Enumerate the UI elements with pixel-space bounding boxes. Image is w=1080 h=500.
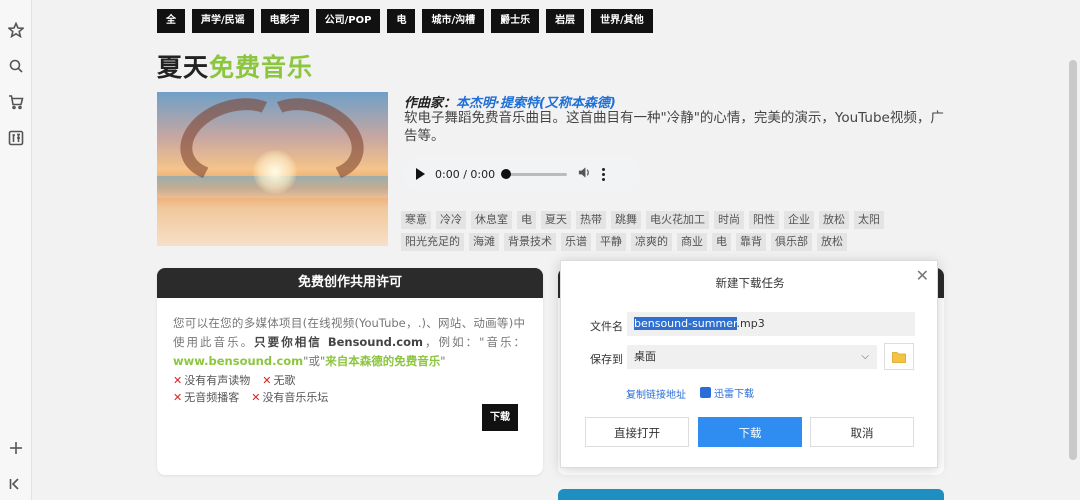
more-options-icon[interactable] [602,167,606,181]
license-text-or: "或" [303,354,326,368]
star-icon[interactable] [6,20,26,40]
page-title-main: 夏天 [157,53,210,82]
cross-icon: ✕ [251,391,261,404]
save-to-label: 保存到 [590,353,623,366]
audio-time: 0:00 / 0:00 [435,167,496,181]
tag-item[interactable]: 太阳 [854,211,884,229]
filename-selected-text: bensound-summer [634,317,737,330]
tag-item[interactable]: 冷冷 [436,211,466,229]
tag-item[interactable]: 放松 [817,233,847,251]
category-world-other[interactable]: 世界/其他 [591,9,653,33]
open-directly-button[interactable]: 直接打开 [585,417,689,447]
xunlei-download-button[interactable]: 迅雷下载 [700,385,754,400]
license-credit-url: www.bensound.com [173,354,304,368]
close-icon[interactable]: ✕ [916,266,929,285]
xunlei-icon [700,387,711,398]
cancel-button[interactable]: 取消 [810,417,914,447]
audio-player: 0:00 / 0:00 [404,156,640,192]
browse-folder-button[interactable] [884,343,914,370]
download-dialog: 新建下载任务 ✕ 文件名 bensound-summer.mp3 保存到 桌面 … [560,260,938,468]
search-icon[interactable] [6,56,26,76]
license-text-credit: 只要你相信 Bensound.com [254,335,423,349]
tag-list: 寒意 冷冷 休息室 电 夏天 热带 跳舞 电火花加工 时尚 阳性 企业 放松 太… [401,211,947,251]
page-title-accent: 免费音乐 [209,53,314,82]
tag-item[interactable]: 商业 [677,233,707,251]
tag-item[interactable]: 休息室 [471,211,512,229]
restriction-item: ✕ 无音频播客 [173,391,240,404]
download-button[interactable]: 下载 [698,417,802,447]
category-corporate-pop[interactable]: 公司/POP [315,9,381,33]
tag-item[interactable]: 企业 [784,211,814,229]
audio-progress-bar[interactable] [501,168,568,179]
translate-icon[interactable] [6,128,26,148]
save-location-select[interactable]: 桌面 ⌵ [627,345,877,369]
tag-item[interactable]: 阳光充足的 [401,233,464,251]
browser-sidebar [0,0,32,500]
add-icon[interactable] [6,438,26,458]
filename-input[interactable]: bensound-summer.mp3 [627,312,915,336]
tag-item[interactable]: 电 [517,211,536,229]
license-text-end: " [440,354,446,368]
tag-item[interactable]: 放松 [819,211,849,229]
tag-item[interactable]: 俱乐部 [771,233,812,251]
collapse-sidebar-icon[interactable] [6,474,26,494]
dialog-title: 新建下载任务 [715,276,785,290]
category-cinematic[interactable]: 电影字 [260,9,309,33]
tag-item[interactable]: 热带 [576,211,606,229]
filename-label: 文件名 [590,320,623,333]
tag-item[interactable]: 背景技术 [504,233,556,251]
license-restrictions-row: ✕ 无音频播客 ✕ 没有音乐乐坛 [173,389,328,405]
license-card: 免费创作共用许可 您可以在您的多媒体项目(在线视频(YouTube，.)、网站、… [157,268,543,475]
category-urban-groove[interactable]: 城市/沟槽 [422,9,485,33]
tag-item[interactable]: 电 [712,233,731,251]
category-nav: 全 声学/民谣 电影字 公司/POP 电 城市/沟槽 爵士乐 岩层 世界/其他 [157,9,653,33]
restriction-item: ✕ 无歌 [262,374,296,387]
cross-icon: ✕ [262,374,272,387]
category-all[interactable]: 全 [157,9,185,33]
play-icon[interactable] [416,168,425,180]
tag-item[interactable]: 平静 [596,233,626,251]
tag-item[interactable]: 乐谱 [561,233,591,251]
tag-item[interactable]: 阳性 [749,211,779,229]
scrollbar[interactable] [1066,0,1080,500]
cross-icon: ✕ [173,374,183,387]
restriction-item: ✕ 没有有声读物 [173,374,251,387]
license-download-button[interactable]: 下载 [482,404,518,431]
volume-icon[interactable] [577,165,592,184]
cross-icon: ✕ [173,391,183,404]
track-description: 软电子舞蹈免费音乐曲目。这首曲目有一种"冷静"的心情，完美的演示，YouTube… [404,110,944,144]
audio-progress-knob[interactable] [501,168,512,179]
tag-item[interactable]: 海滩 [469,233,499,251]
license-text-example: ，例如："音乐： [423,335,525,349]
tag-item[interactable]: 时尚 [714,211,744,229]
tag-item[interactable]: 靠背 [736,233,766,251]
tag-item[interactable]: 跳舞 [611,211,641,229]
category-rock[interactable]: 岩层 [546,9,585,33]
save-location-value: 桌面 [634,350,656,363]
category-jazz[interactable]: 爵士乐 [491,9,540,33]
category-electronic[interactable]: 电 [387,9,416,33]
track-cover-image [157,92,388,246]
tag-item[interactable]: 凉爽的 [631,233,672,251]
folder-icon [892,351,906,363]
cart-icon[interactable] [6,92,26,112]
copy-link-button[interactable]: 复制链接地址 [626,386,686,401]
category-acoustic-folk[interactable]: 声学/民谣 [192,9,254,33]
restriction-item: ✕ 没有音乐乐坛 [251,391,329,404]
filename-extension: .mp3 [736,317,765,330]
scrollbar-thumb[interactable] [1069,60,1077,460]
license-header: 免费创作共用许可 [157,268,543,298]
license-text: 您可以在您的多媒体项目(在线视频(YouTube，.)、网站、动画等)中使用此音… [173,314,525,371]
tag-item[interactable]: 电火花加工 [646,211,709,229]
bottom-banner [558,489,944,500]
xunlei-label: 迅雷下载 [714,389,754,400]
license-restrictions-row: ✕ 没有有声读物 ✕ 无歌 [173,372,295,388]
tag-item[interactable]: 寒意 [401,211,431,229]
page-title: 夏天免费音乐 [157,48,313,84]
license-credit-alt: 来自本森德的免费音乐 [325,354,441,368]
tag-item[interactable]: 夏天 [541,211,571,229]
chevron-down-icon: ⌵ [861,351,869,362]
